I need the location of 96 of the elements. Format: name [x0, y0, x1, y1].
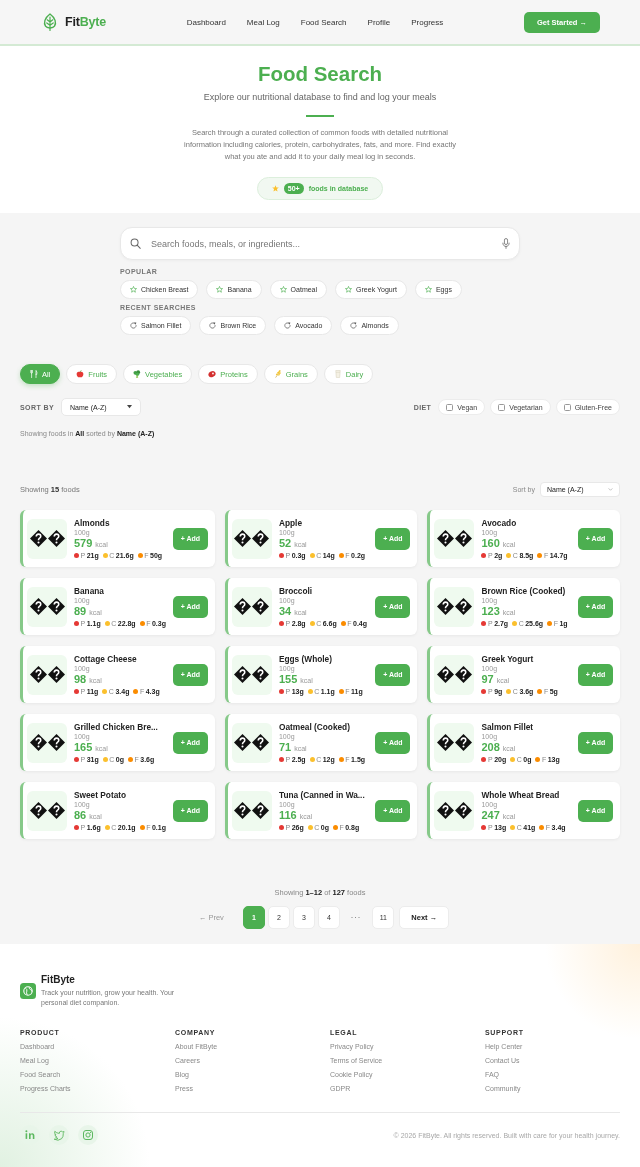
calorie-value: 155: [278, 672, 298, 685]
missing-glyph-icon: [454, 802, 472, 819]
star-icon: [271, 185, 279, 192]
fork-knife-icon: [30, 370, 38, 378]
nav-link[interactable]: Food Search: [300, 17, 347, 27]
missing-glyph-icon: [47, 734, 65, 751]
calorie-value: 579: [74, 536, 93, 549]
missing-glyph-icon: [29, 802, 47, 819]
page-subtitle: Explore our nutritional database to find and log your meals: [203, 91, 437, 103]
calorie-value: 247: [481, 808, 500, 821]
star-outline-icon: [424, 286, 432, 293]
missing-glyph-icon: [436, 530, 454, 547]
milk-glass-icon: [333, 370, 342, 378]
checkbox[interactable]: [498, 403, 506, 411]
apple-icon: [76, 370, 85, 378]
twitter-bird-icon[interactable]: [49, 1125, 69, 1145]
food-name: Brown Rice (Cooked): [481, 585, 567, 596]
food-name: Banana: [74, 585, 105, 596]
missing-glyph-icon: [234, 598, 252, 615]
missing-glyph-icon: [454, 666, 472, 683]
missing-glyph-icon: [234, 666, 252, 683]
missing-glyph-icon: [47, 530, 65, 547]
calorie-value: 208: [481, 740, 500, 753]
food-name: Almonds: [74, 517, 111, 528]
missing-glyph-icon: [436, 802, 454, 819]
missing-glyph-icon: [252, 802, 270, 819]
missing-glyph-icon: [234, 734, 252, 751]
food-name: Apple: [278, 517, 303, 528]
search-icon: [130, 238, 141, 249]
food-name: Whole Wheat Bread: [481, 789, 561, 800]
food-name: Tuna (Canned in Wa...: [278, 789, 366, 800]
caret-icon: [127, 405, 133, 409]
leaf-logo-icon: [42, 13, 58, 31]
missing-glyph-icon: [436, 666, 454, 683]
nav-link[interactable]: Meal Log: [246, 17, 280, 27]
star-outline-icon: [130, 286, 137, 293]
calorie-value: 89: [74, 604, 87, 617]
calorie-value: 97: [481, 672, 494, 685]
broccoli-icon: [133, 370, 142, 378]
star-outline-icon: [279, 286, 287, 293]
calorie-value: 71: [278, 740, 292, 753]
footer-brand-name: FitByte: [41, 974, 76, 986]
missing-glyph-icon: [47, 802, 65, 819]
missing-glyph-icon: [29, 598, 47, 615]
star-outline-icon: [345, 286, 353, 293]
calorie-value: 34: [278, 604, 292, 617]
globe-icon: [20, 983, 36, 999]
missing-glyph-icon: [29, 734, 47, 751]
nav-link[interactable]: Progress: [411, 17, 444, 27]
food-name: Cottage Cheese: [74, 653, 138, 664]
refresh-icon: [209, 322, 217, 329]
food-name: Salmon Fillet: [481, 721, 535, 732]
calorie-value: 160: [481, 536, 500, 549]
missing-glyph-icon: [29, 530, 47, 547]
missing-glyph-icon: [454, 598, 472, 615]
missing-glyph-icon: [29, 666, 47, 683]
meat-icon: [208, 370, 217, 378]
calorie-value: 98: [74, 672, 87, 685]
refresh-icon: [284, 322, 292, 329]
food-name: Grilled Chicken Bre...: [74, 721, 159, 732]
missing-glyph-icon: [454, 734, 472, 751]
food-name: Broccoli: [278, 585, 314, 596]
nav-link[interactable]: Profile: [367, 17, 391, 27]
calorie-value: 123: [481, 604, 500, 617]
missing-glyph-icon: [436, 598, 454, 615]
missing-glyph-icon: [47, 598, 65, 615]
missing-glyph-icon: [47, 666, 65, 683]
checkbox[interactable]: [446, 403, 454, 411]
star-outline-icon: [216, 286, 224, 293]
missing-glyph-icon: [252, 734, 270, 751]
food-name: Oatmeal (Cooked): [278, 721, 351, 732]
refresh-icon: [130, 322, 137, 329]
missing-glyph-icon: [234, 802, 252, 819]
missing-glyph-icon: [454, 530, 472, 547]
missing-glyph-icon: [234, 530, 252, 547]
calorie-value: 86: [74, 808, 87, 821]
checkbox[interactable]: [563, 403, 571, 411]
missing-glyph-icon: [252, 666, 270, 683]
food-name: Greek Yogurt: [481, 653, 535, 664]
calorie-value: 116: [278, 808, 297, 821]
missing-glyph-icon: [436, 734, 454, 751]
food-name: Avocado: [481, 517, 518, 528]
refresh-icon: [350, 322, 358, 329]
instagram-icon[interactable]: [78, 1125, 98, 1145]
food-name: Eggs (Whole): [278, 653, 333, 664]
food-name: Sweet Potato: [74, 789, 128, 800]
missing-glyph-icon: [252, 598, 270, 615]
missing-glyph-icon: [252, 530, 270, 547]
microphone-icon[interactable]: [502, 238, 510, 249]
brand-logo-text[interactable]: FitByte: [65, 15, 106, 29]
nav-link[interactable]: Dashboard: [186, 17, 226, 27]
wheat-icon: [273, 370, 282, 378]
calorie-value: 52: [278, 536, 292, 549]
search-field[interactable]: Search foods, meals, or ingredients...: [120, 227, 520, 260]
page-title: Food Search: [257, 62, 383, 86]
calorie-value: 165: [74, 740, 93, 753]
